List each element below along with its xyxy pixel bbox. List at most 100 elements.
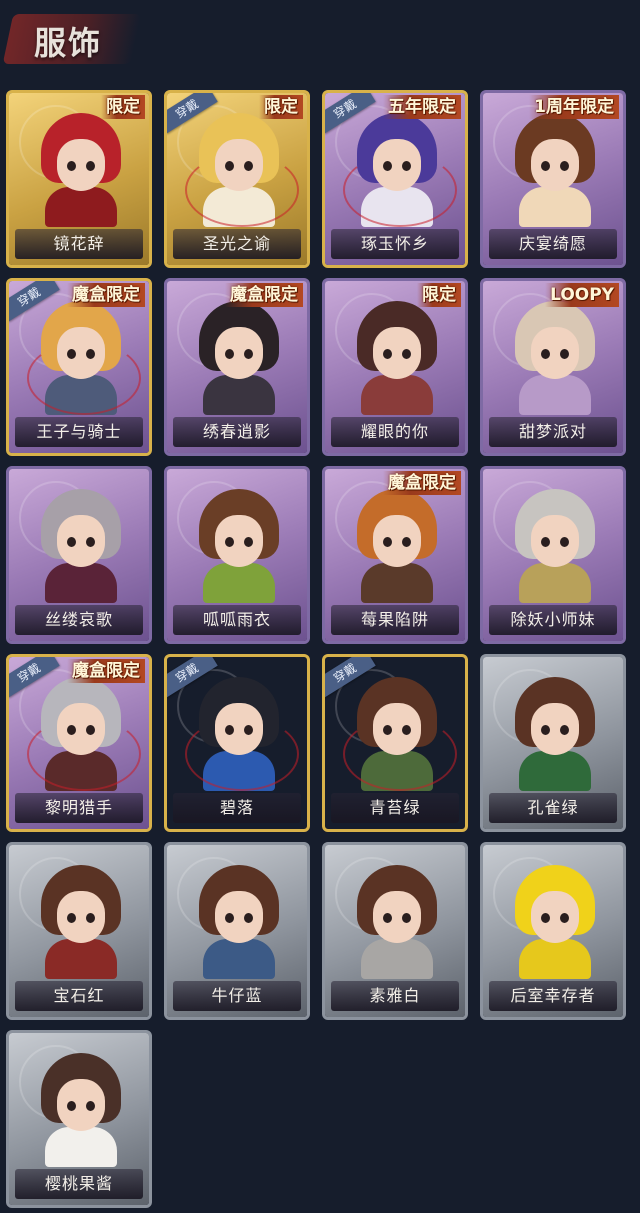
costume-name: 镜花辞 (15, 229, 143, 259)
costume-card[interactable]: 穿戴 魔盒限定 黎明猎手 (6, 654, 152, 832)
portrait-eye (67, 161, 76, 171)
costume-card[interactable]: 穿戴 碧落 (164, 654, 310, 832)
portrait-face (215, 515, 263, 567)
limited-badge: 五年限定 (383, 95, 461, 119)
portrait-outfit (203, 939, 275, 979)
character-portrait (37, 1053, 125, 1167)
character-portrait (511, 301, 599, 415)
costume-card[interactable]: 孔雀绿 (480, 654, 626, 832)
portrait-face (531, 327, 579, 379)
limited-badge: 限定 (417, 283, 461, 307)
equipped-ring (27, 341, 141, 415)
limited-badge: 魔盒限定 (67, 283, 145, 307)
portrait-eye (560, 725, 569, 735)
portrait-eye (541, 913, 550, 923)
costume-name: 青苔绿 (331, 793, 459, 823)
portrait-eye (383, 349, 392, 359)
portrait-eye (86, 1101, 95, 1111)
portrait-eye (383, 537, 392, 547)
costume-name: 耀眼的你 (331, 417, 459, 447)
portrait-outfit (45, 563, 117, 603)
costume-card[interactable]: 魔盒限定 莓果陷阱 (322, 466, 468, 644)
costume-card[interactable]: LOOPY 甜梦派对 (480, 278, 626, 456)
costume-card[interactable]: 丝缕哀歌 (6, 466, 152, 644)
portrait-eye (402, 349, 411, 359)
costume-name: 琢玉怀乡 (331, 229, 459, 259)
character-portrait (37, 489, 125, 603)
portrait-face (531, 703, 579, 755)
costume-name: 宝石红 (15, 981, 143, 1011)
costume-name: 牛仔蓝 (173, 981, 301, 1011)
portrait-eye (541, 725, 550, 735)
portrait-face (57, 1079, 105, 1131)
portrait-face (531, 139, 579, 191)
portrait-eye (560, 913, 569, 923)
portrait-outfit (203, 563, 275, 603)
limited-badge: LOOPY (545, 283, 619, 307)
portrait-outfit (45, 939, 117, 979)
costume-card[interactable]: 穿戴 限定 圣光之谕 (164, 90, 310, 268)
portrait-outfit (519, 751, 591, 791)
portrait-outfit (45, 187, 117, 227)
costume-card[interactable]: 限定耀眼的你 (322, 278, 468, 456)
character-portrait (511, 113, 599, 227)
portrait-eye (67, 1101, 76, 1111)
portrait-eye (225, 913, 234, 923)
costume-name: 孔雀绿 (489, 793, 617, 823)
costume-card[interactable]: 穿戴 青苔绿 (322, 654, 468, 832)
character-portrait (511, 865, 599, 979)
portrait-outfit (519, 563, 591, 603)
costume-card[interactable]: 除妖小师妹 (480, 466, 626, 644)
character-portrait (37, 113, 125, 227)
limited-badge: 魔盒限定 (225, 283, 303, 307)
costume-card[interactable]: 穿戴 魔盒限定 王子与骑士 (6, 278, 152, 456)
portrait-outfit (519, 939, 591, 979)
portrait-outfit (203, 375, 275, 415)
portrait-eye (402, 913, 411, 923)
portrait-face (373, 515, 421, 567)
costume-name: 黎明猎手 (15, 793, 143, 823)
equipped-ring (343, 717, 457, 791)
costume-card[interactable]: 穿戴 五年限定 琢玉怀乡 (322, 90, 468, 268)
costume-name: 庆宴绮愿 (489, 229, 617, 259)
portrait-eye (225, 537, 234, 547)
portrait-eye (560, 349, 569, 359)
costume-card[interactable]: 素雅白 (322, 842, 468, 1020)
limited-badge: 魔盒限定 (67, 659, 145, 683)
costume-card[interactable]: 呱呱雨衣 (164, 466, 310, 644)
costume-card[interactable]: 牛仔蓝 (164, 842, 310, 1020)
portrait-eye (383, 913, 392, 923)
equipped-ring (27, 717, 141, 791)
character-portrait (353, 489, 441, 603)
limited-badge: 限定 (101, 95, 145, 119)
character-portrait (37, 865, 125, 979)
portrait-eye (541, 161, 550, 171)
portrait-outfit (519, 375, 591, 415)
costume-name: 素雅白 (331, 981, 459, 1011)
character-portrait (195, 489, 283, 603)
portrait-face (531, 515, 579, 567)
costume-name: 樱桃果酱 (15, 1169, 143, 1199)
costume-card[interactable]: 魔盒限定绣春逍影 (164, 278, 310, 456)
character-portrait (353, 301, 441, 415)
costume-card[interactable]: 宝石红 (6, 842, 152, 1020)
costume-name: 绣春逍影 (173, 417, 301, 447)
costume-card[interactable]: 限定镜花辞 (6, 90, 152, 268)
costume-name: 呱呱雨衣 (173, 605, 301, 635)
portrait-face (57, 515, 105, 567)
character-portrait (353, 865, 441, 979)
portrait-eye (541, 537, 550, 547)
portrait-face (373, 327, 421, 379)
costume-card[interactable]: 后室幸存者 (480, 842, 626, 1020)
portrait-eye (244, 349, 253, 359)
character-portrait (195, 301, 283, 415)
portrait-eye (560, 161, 569, 171)
portrait-eye (225, 349, 234, 359)
costume-card[interactable]: 樱桃果酱 (6, 1030, 152, 1208)
character-portrait (511, 677, 599, 791)
portrait-face (215, 327, 263, 379)
character-portrait (511, 489, 599, 603)
costume-name: 王子与骑士 (15, 417, 143, 447)
costume-card[interactable]: 1周年限定庆宴绮愿 (480, 90, 626, 268)
limited-badge: 1周年限定 (529, 95, 619, 119)
